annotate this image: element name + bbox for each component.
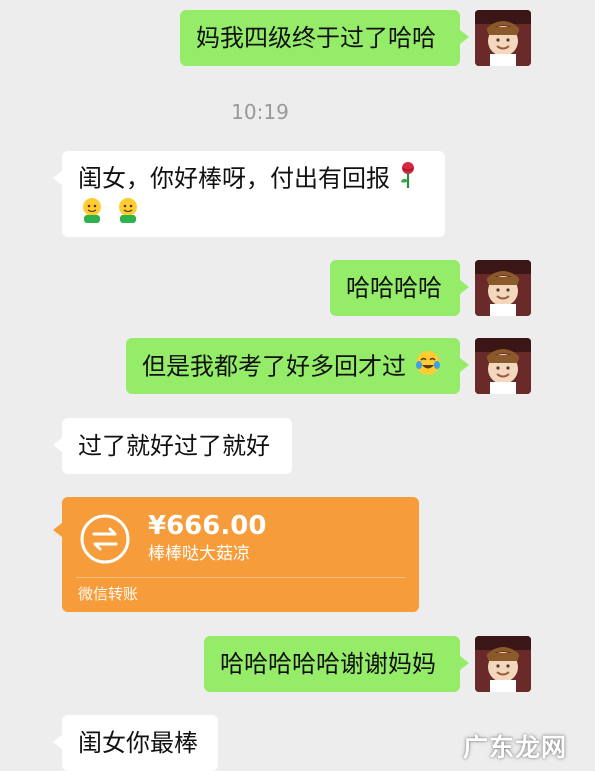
user-avatar[interactable] [475, 10, 531, 66]
watermark: 广东龙网 [462, 733, 567, 762]
message-text: 哈哈哈哈哈谢谢妈妈 [220, 650, 436, 678]
transfer-divider [76, 577, 405, 578]
laugh-tears-emoji [414, 349, 442, 386]
smile-emoji [114, 196, 142, 233]
transfer-card[interactable]: ¥666.00 棒棒哒大菇凉 微信转账 [53, 497, 419, 612]
user-avatar[interactable] [475, 260, 531, 316]
message-bubble-received[interactable]: 闺女你最棒 [53, 715, 218, 771]
user-avatar[interactable] [475, 636, 531, 692]
avatar-image [475, 260, 531, 316]
message-text: 过了就好过了就好 [78, 432, 270, 460]
avatar-image [475, 636, 531, 692]
message-text: 哈哈哈哈 [346, 274, 442, 302]
transfer-amount: ¥666.00 [148, 511, 267, 541]
transfer-note: 棒棒哒大菇凉 [148, 544, 250, 564]
timestamp: 10:19 [231, 100, 289, 124]
rose-emoji [398, 161, 418, 198]
transfer-arrows-icon [79, 513, 131, 565]
message-bubble-received[interactable]: 过了就好过了就好 [53, 418, 292, 474]
chat-window: 妈我四级终于过了哈哈 10:19 闺女，你好棒呀，付出有回报 哈哈哈哈 但是我都… [0, 0, 595, 771]
transfer-label: 微信转账 [78, 585, 139, 603]
avatar-image [475, 338, 531, 394]
message-bubble-received[interactable]: 闺女，你好棒呀，付出有回报 [53, 151, 445, 237]
message-text: 但是我都考了好多回才过 [142, 352, 406, 381]
message-text: 闺女，你好棒呀，付出有回报 [78, 164, 390, 193]
message-bubble-sent[interactable]: 哈哈哈哈 [330, 260, 469, 316]
avatar-image [475, 10, 531, 66]
message-text: 闺女你最棒 [78, 729, 198, 757]
message-bubble-sent[interactable]: 哈哈哈哈哈谢谢妈妈 [204, 636, 469, 692]
user-avatar[interactable] [475, 338, 531, 394]
message-bubble-sent[interactable]: 妈我四级终于过了哈哈 [180, 10, 469, 66]
message-text: 妈我四级终于过了哈哈 [196, 24, 436, 52]
smile-emoji [78, 196, 106, 233]
message-bubble-sent[interactable]: 但是我都考了好多回才过 [126, 338, 469, 394]
